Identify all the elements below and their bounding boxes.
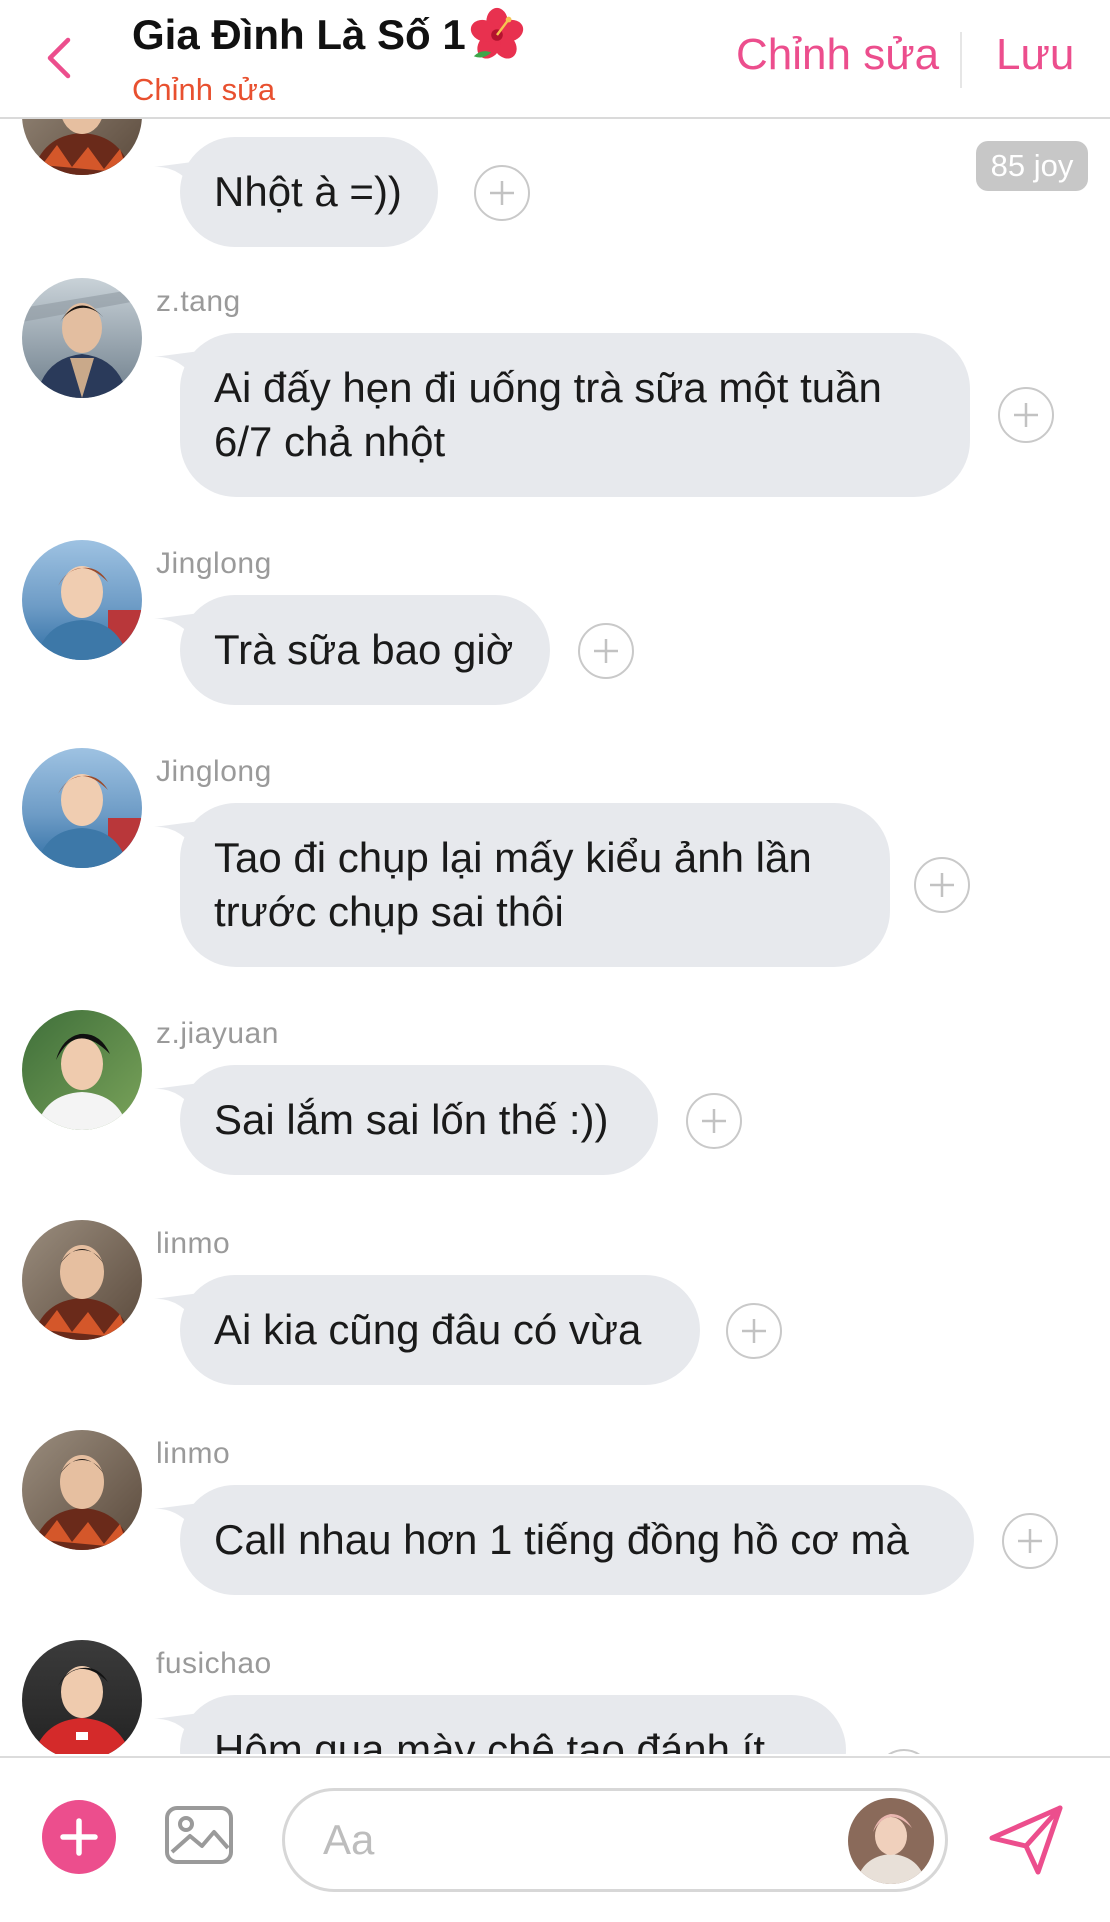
message-bubble[interactable]: Ai kia cũng đâu có vừa bbox=[180, 1275, 700, 1385]
message-text: Call nhau hơn 1 tiếng đồng hồ cơ mà bbox=[214, 1516, 909, 1563]
plus-icon bbox=[60, 1818, 98, 1856]
page-title: Gia Đình Là Số 1 bbox=[132, 6, 526, 64]
message-item: z.jiayuan Sai lắm sai lốn thế :)) bbox=[0, 1009, 1110, 1209]
back-button[interactable] bbox=[38, 28, 78, 88]
message-item: linmo Ai kia cũng đâu có vừa bbox=[0, 1219, 1110, 1419]
message-bubble[interactable]: Ai đấy hẹn đi uống trà sữa một tuần 6/7 … bbox=[180, 333, 970, 497]
plus-icon bbox=[742, 1319, 766, 1343]
sender-name[interactable]: z.jiayuan bbox=[156, 1017, 279, 1051]
send-icon bbox=[989, 1805, 1063, 1875]
message-item: z.tang Ai đấy hẹn đi uống trà sữa một tu… bbox=[0, 277, 1110, 537]
message-bubble[interactable]: Call nhau hơn 1 tiếng đồng hồ cơ mà bbox=[180, 1485, 974, 1595]
avatar[interactable] bbox=[22, 1430, 142, 1550]
add-reaction-button[interactable] bbox=[998, 387, 1054, 443]
composer-bar bbox=[0, 1756, 1110, 1922]
add-reaction-button[interactable] bbox=[474, 165, 530, 221]
add-reaction-button[interactable] bbox=[578, 623, 634, 679]
message-item: Jinglong Trà sữa bao giờ bbox=[0, 539, 1110, 739]
message-bubble[interactable]: Trà sữa bao giờ bbox=[180, 595, 550, 705]
add-reaction-button[interactable] bbox=[914, 857, 970, 913]
message-list[interactable]: Nhột à =)) 85 joy z.tang Ai đấy hẹn đi u… bbox=[0, 119, 1110, 1754]
image-icon bbox=[165, 1806, 233, 1864]
message-text: Ai kia cũng đâu có vừa bbox=[214, 1306, 642, 1353]
sender-name[interactable]: fusichao bbox=[156, 1647, 272, 1681]
sender-name[interactable]: z.tang bbox=[156, 285, 241, 319]
add-reaction-button[interactable] bbox=[726, 1303, 782, 1359]
hibiscus-icon bbox=[470, 7, 523, 59]
avatar[interactable] bbox=[22, 540, 142, 660]
message-text: Hôm qua mày chê tao đánh ít bbox=[214, 1726, 765, 1754]
sender-name[interactable]: Jinglong bbox=[156, 755, 272, 789]
avatar[interactable] bbox=[22, 1220, 142, 1340]
header-divider bbox=[960, 32, 962, 88]
add-reaction-button[interactable] bbox=[876, 1749, 932, 1754]
message-item: Nhột à =)) 85 joy bbox=[0, 119, 1110, 279]
message-text: Tao đi chụp lại mấy kiểu ảnh lần trước c… bbox=[214, 834, 812, 935]
image-button[interactable] bbox=[162, 1798, 236, 1872]
sender-name[interactable]: Jinglong bbox=[156, 547, 272, 581]
plus-icon bbox=[930, 873, 954, 897]
message-bubble[interactable]: Hôm qua mày chê tao đánh ít bbox=[180, 1695, 846, 1754]
group-name: Gia Đình Là Số 1 bbox=[132, 11, 466, 58]
message-item: linmo Call nhau hơn 1 tiếng đồng hồ cơ m… bbox=[0, 1429, 1110, 1629]
chevron-left-icon bbox=[47, 37, 71, 79]
message-text: Nhột à =)) bbox=[214, 168, 402, 215]
chat-header: Gia Đình Là Số 1 Chỉnh sửa Chỉnh sửa Lưu bbox=[0, 0, 1110, 119]
message-bubble[interactable]: Tao đi chụp lại mấy kiểu ảnh lần trước c… bbox=[180, 803, 890, 967]
avatar[interactable] bbox=[22, 748, 142, 868]
sender-avatar[interactable] bbox=[848, 1798, 934, 1884]
avatar[interactable] bbox=[22, 1640, 142, 1754]
sender-name[interactable]: linmo bbox=[156, 1437, 230, 1471]
message-item: Jinglong Tao đi chụp lại mấy kiểu ảnh lầ… bbox=[0, 747, 1110, 1007]
plus-icon bbox=[490, 181, 514, 205]
message-text: Sai lắm sai lốn thế :)) bbox=[214, 1096, 609, 1143]
plus-icon bbox=[1014, 403, 1038, 427]
sender-name[interactable]: linmo bbox=[156, 1227, 230, 1261]
avatar[interactable] bbox=[22, 278, 142, 398]
message-text: Trà sữa bao giờ bbox=[214, 626, 514, 673]
send-button[interactable] bbox=[984, 1796, 1070, 1882]
plus-icon bbox=[702, 1109, 726, 1133]
message-bubble[interactable]: Nhột à =)) bbox=[180, 137, 438, 247]
joy-badge: 85 joy bbox=[976, 141, 1088, 191]
add-reaction-button[interactable] bbox=[686, 1093, 742, 1149]
message-text: Ai đấy hẹn đi uống trà sữa một tuần 6/7 … bbox=[214, 364, 882, 465]
avatar[interactable] bbox=[22, 119, 142, 175]
message-bubble[interactable]: Sai lắm sai lốn thế :)) bbox=[180, 1065, 658, 1175]
add-button[interactable] bbox=[42, 1800, 116, 1874]
plus-icon bbox=[594, 639, 618, 663]
edit-button[interactable]: Chỉnh sửa bbox=[736, 30, 939, 80]
save-button[interactable]: Lưu bbox=[996, 30, 1074, 80]
add-reaction-button[interactable] bbox=[1002, 1513, 1058, 1569]
avatar[interactable] bbox=[22, 1010, 142, 1130]
plus-icon bbox=[1018, 1529, 1042, 1553]
edit-subtitle[interactable]: Chỉnh sửa bbox=[132, 72, 275, 108]
message-item: fusichao Hôm qua mày chê tao đánh ít bbox=[0, 1639, 1110, 1754]
